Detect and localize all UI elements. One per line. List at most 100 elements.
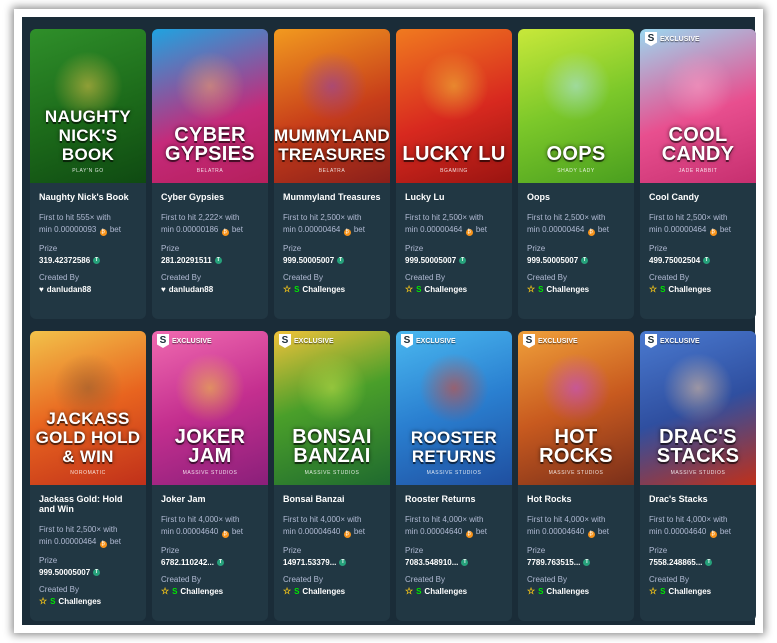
challenge-card[interactable]: S EXCLUSIVE ROOSTER RETURNS MASSIVE STUD… [396, 331, 512, 621]
game-thumbnail[interactable]: S MUMMYLAND TREASURES BELATRA [274, 29, 390, 183]
game-thumbnail[interactable]: S EXCLUSIVE DRAC'S STACKS MASSIVE STUDIO… [640, 331, 756, 485]
creator-row[interactable]: ☆ S ♥ Challenges [649, 285, 747, 295]
prize-label: Prize [39, 556, 58, 565]
game-thumbnail[interactable]: S JACKASS GOLD HOLD & WIN NOROMATIC [30, 331, 146, 485]
challenge-card[interactable]: S MUMMYLAND TREASURES BELATRA Mummyland … [274, 29, 390, 319]
prize-value-row: 7789.763515... T [527, 558, 625, 567]
game-name[interactable]: Jackass Gold: Hold and Win [39, 494, 137, 514]
challenge-card[interactable]: S CYBER GYPSIES BELATRA Cyber Gypsies Fi… [152, 29, 268, 319]
challenge-target: First to hit 2,500× with [283, 213, 362, 222]
exclusive-label: EXCLUSIVE [538, 337, 578, 345]
creator-row[interactable]: ☆ S ♥ Challenges [405, 284, 503, 295]
game-art-title: LUCKY LU [402, 143, 506, 165]
prize-value-row: 999.50005007 T [527, 256, 625, 265]
game-name[interactable]: Bonsai Banzai [283, 494, 381, 504]
creator-name: danludan88 [46, 285, 92, 294]
challenge-card[interactable]: S NAUGHTY NICK'S BOOK PLAY'N GO Naughty … [30, 29, 146, 319]
challenge-info: Naughty Nick's Book First to hit 555× wi… [30, 183, 146, 294]
exclusive-badge: S EXCLUSIVE [523, 334, 578, 348]
created-by-label: Created By [405, 273, 446, 282]
game-name[interactable]: Rooster Returns [405, 494, 503, 504]
challenge-card[interactable]: S OOPS SHADY LADY Oops First to hit 2,50… [518, 29, 634, 319]
creator-name: Challenges [546, 587, 590, 596]
creator-row[interactable]: ☆ S ♥ Challenges [527, 285, 625, 295]
challenge-card[interactable]: S EXCLUSIVE JOKER JAM MASSIVE STUDIOS Jo… [152, 331, 268, 621]
game-thumbnail[interactable]: S EXCLUSIVE HOT ROCKS MASSIVE STUDIOS [518, 331, 634, 485]
game-provider: MASSIVE STUDIOS [670, 470, 726, 476]
tether-icon: T [339, 559, 347, 566]
exclusive-badge: S EXCLUSIVE [157, 334, 212, 348]
game-thumbnail[interactable]: S OOPS SHADY LADY [518, 29, 634, 183]
prize-label: Prize [649, 244, 668, 253]
challenge-min-bet: min 0.00000093 [39, 225, 97, 234]
creator-row[interactable]: ☆ S ♥ danludan88 [161, 285, 259, 294]
prize-label: Prize [527, 546, 546, 555]
game-name[interactable]: Naughty Nick's Book [39, 192, 137, 202]
creator-row[interactable]: ☆ S ♥ Challenges [649, 586, 747, 597]
creator-row[interactable]: ☆ S ♥ Challenges [283, 285, 381, 295]
game-name[interactable]: Cool Candy [649, 192, 747, 202]
creator-row[interactable]: ☆ S ♥ Challenges [39, 597, 137, 607]
creator-name: danludan88 [168, 285, 214, 294]
star-icon: ☆ [649, 586, 658, 596]
challenge-info: Rooster Returns First to hit 4,000× with… [396, 485, 512, 596]
game-name[interactable]: Oops [527, 192, 625, 202]
prize-value-row: 499.75002504 T [649, 256, 747, 265]
challenge-info: Lucky Lu First to hit 2,500× with min 0.… [396, 183, 512, 294]
game-art-title: DRAC'S STACKS [656, 426, 740, 467]
challenge-description: First to hit 2,500× with min 0.00000464 … [649, 212, 747, 236]
game-art [175, 353, 245, 423]
stake-s-icon: S [50, 597, 56, 606]
game-name[interactable]: Joker Jam [161, 494, 259, 504]
creator-row[interactable]: ☆ S ♥ Challenges [283, 587, 381, 597]
challenge-card[interactable]: S EXCLUSIVE HOT ROCKS MASSIVE STUDIOS Ho… [518, 331, 634, 621]
tether-icon: T [93, 257, 101, 264]
bet-suffix: bet [231, 225, 243, 234]
game-provider: NOROMATIC [70, 470, 106, 476]
challenge-card[interactable]: S LUCKY LU BGAMING Lucky Lu First to hit… [396, 29, 512, 319]
stake-shield-icon: S [645, 334, 657, 348]
game-name[interactable]: Mummyland Treasures [283, 192, 381, 202]
game-name[interactable]: Drac's Stacks [649, 494, 747, 504]
creator-name: Challenges [302, 587, 346, 596]
prize-label: Prize [283, 546, 302, 555]
game-thumbnail[interactable]: S EXCLUSIVE BONSAI BANZAI MASSIVE STUDIO… [274, 331, 390, 485]
btc-icon: ₿ [709, 531, 717, 538]
game-thumbnail[interactable]: S EXCLUSIVE JOKER JAM MASSIVE STUDIOS [152, 331, 268, 485]
game-name[interactable]: Hot Rocks [527, 494, 625, 504]
game-thumbnail[interactable]: S EXCLUSIVE ROOSTER RETURNS MASSIVE STUD… [396, 331, 512, 485]
game-art-title: JACKASS GOLD HOLD & WIN [35, 409, 141, 466]
game-art [541, 51, 611, 121]
game-provider: MASSIVE STUDIOS [304, 470, 360, 476]
challenge-card[interactable]: S EXCLUSIVE COOL CANDY JADE RABBIT Cool … [640, 29, 756, 319]
challenge-target: First to hit 2,500× with [405, 213, 484, 222]
game-provider: MASSIVE STUDIOS [426, 470, 482, 476]
game-thumbnail[interactable]: S EXCLUSIVE COOL CANDY JADE RABBIT [640, 29, 756, 183]
game-thumbnail[interactable]: S CYBER GYPSIES BELATRA [152, 29, 268, 183]
challenge-min-bet: min 0.00000186 [161, 225, 219, 234]
creator-row[interactable]: ☆ S ♥ Challenges [405, 587, 503, 597]
challenge-info: Hot Rocks First to hit 4,000× with min 0… [518, 485, 634, 596]
game-thumbnail[interactable]: S LUCKY LU BGAMING [396, 29, 512, 183]
creator-row[interactable]: ☆ S ♥ Challenges [161, 587, 259, 597]
creator-row[interactable]: ☆ S ♥ danludan88 [39, 285, 137, 294]
game-art [297, 353, 367, 423]
challenge-description: First to hit 4,000× with min 0.00004640 … [527, 514, 625, 538]
stake-s-icon: S [660, 285, 666, 294]
prize-value-row: 7558.248865... T [649, 558, 747, 567]
game-name[interactable]: Lucky Lu [405, 192, 503, 202]
challenge-card[interactable]: S EXCLUSIVE DRAC'S STACKS MASSIVE STUDIO… [640, 331, 756, 621]
game-name[interactable]: Cyber Gypsies [161, 192, 259, 202]
creator-row[interactable]: ☆ S ♥ Challenges [527, 587, 625, 597]
game-thumbnail[interactable]: S NAUGHTY NICK'S BOOK PLAY'N GO [30, 29, 146, 183]
challenge-min-bet: min 0.00004640 [527, 527, 585, 536]
challenge-min-bet: min 0.00000464 [649, 225, 707, 234]
star-icon: ☆ [405, 284, 414, 294]
challenge-card[interactable]: S EXCLUSIVE BONSAI BANZAI MASSIVE STUDIO… [274, 331, 390, 621]
prize-value-row: 319.42372586 T [39, 256, 137, 265]
challenge-target: First to hit 4,000× with [161, 515, 240, 524]
btc-icon: ₿ [709, 229, 717, 236]
challenge-card[interactable]: S JACKASS GOLD HOLD & WIN NOROMATIC Jack… [30, 331, 146, 621]
challenge-min-bet: min 0.00000464 [405, 225, 463, 234]
challenge-target: First to hit 2,500× with [649, 213, 728, 222]
